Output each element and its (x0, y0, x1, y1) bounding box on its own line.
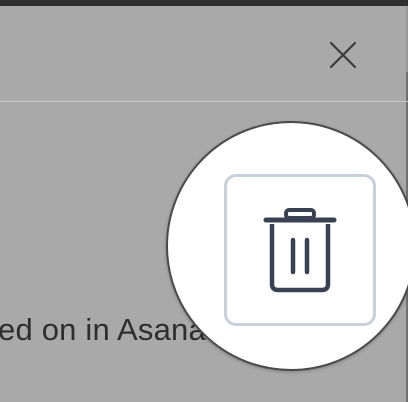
screenshot-frame: ed on in Asana. (0, 0, 408, 402)
header-divider (0, 101, 408, 102)
trash-icon (263, 208, 337, 293)
window-top-edge (0, 0, 408, 6)
close-button[interactable] (324, 36, 362, 74)
dialog-body-text: ed on in Asana. (0, 312, 215, 347)
close-icon (329, 41, 357, 69)
